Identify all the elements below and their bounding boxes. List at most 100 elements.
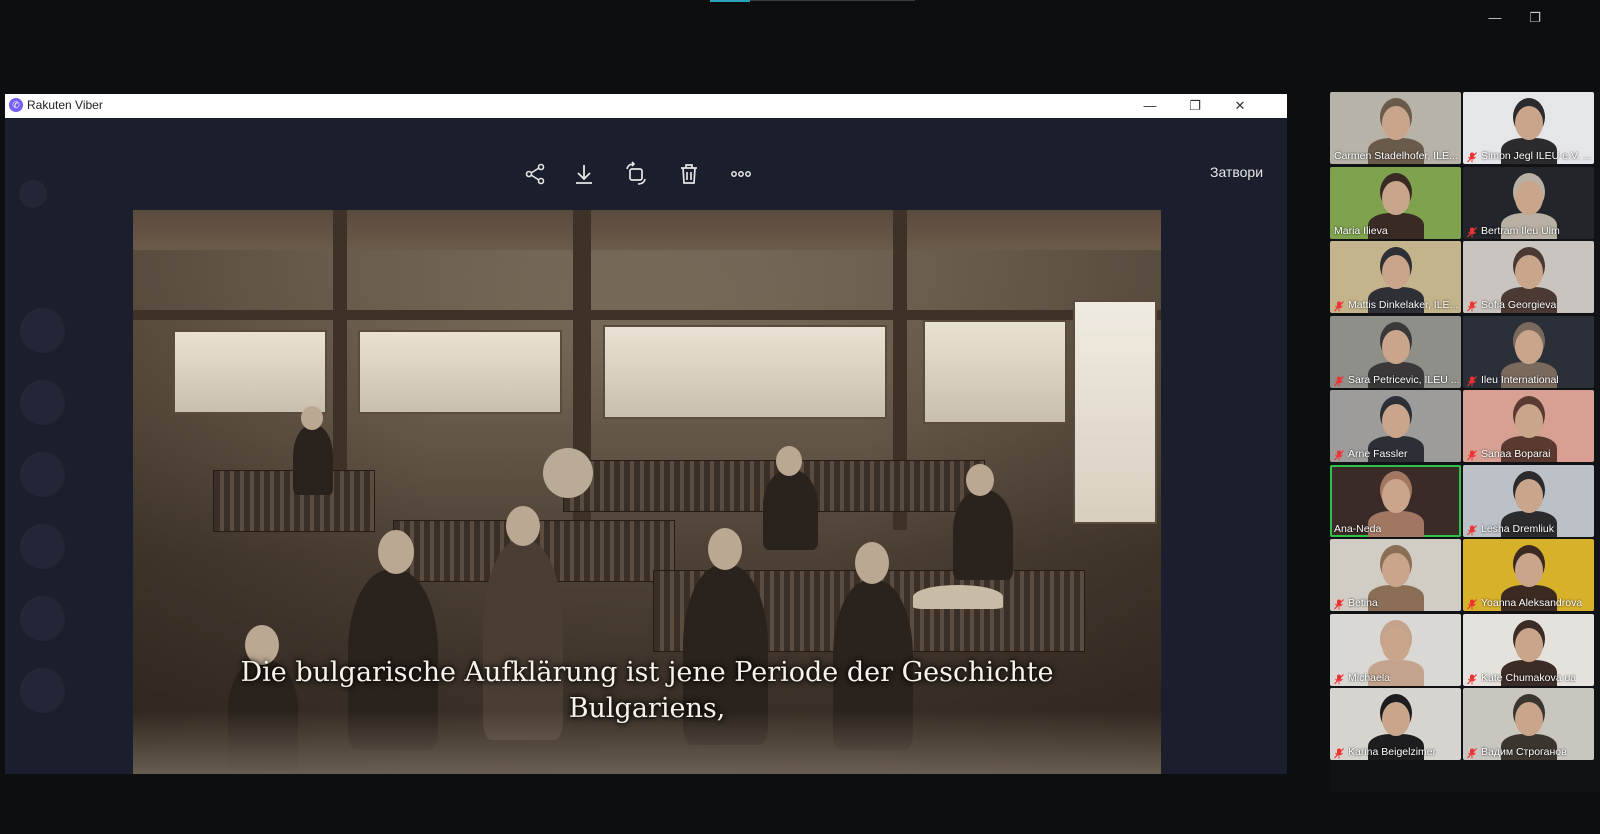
participant-tile[interactable]: Arne Fassler — [1330, 390, 1461, 462]
person-head — [776, 446, 802, 476]
participant-face — [1515, 553, 1543, 587]
window-indicator — [710, 0, 750, 2]
participant-tile[interactable]: Sara Petricevic, ILEU ... — [1330, 315, 1461, 388]
participant-face — [1515, 404, 1543, 438]
participant-name: Bertram Ileu Ulm — [1481, 224, 1560, 237]
muted-mic-icon — [1467, 597, 1477, 610]
subtitle-line-1: Die bulgarische Aufklärung ist jene Peri… — [240, 657, 1054, 688]
subtitle-line-2: Bulgariens, — [568, 693, 726, 724]
person-head — [301, 406, 323, 430]
ghost-avatar — [19, 180, 47, 208]
participant-tile[interactable]: Ana-Neda — [1330, 464, 1461, 537]
participant-name: Kate Chumakova ua — [1481, 671, 1577, 684]
participant-tile[interactable]: Maria Ilieva — [1330, 166, 1461, 239]
muted-mic-icon — [1334, 672, 1344, 684]
more-icon[interactable] — [727, 160, 755, 188]
participant-tile[interactable]: Mattis Dinkelaker, ILE... — [1330, 241, 1461, 313]
person-head — [378, 530, 414, 574]
person-head — [708, 528, 742, 570]
participant-face — [1382, 627, 1410, 662]
participant-name: Lesha Dremliuk — [1481, 522, 1554, 535]
window — [923, 320, 1067, 424]
viber-window: ✆ Rakuten Viber — ❐ ✕ Затвори Die bulgar… — [5, 94, 1287, 774]
participant-tile[interactable]: Sanaa Boparai — [1463, 390, 1594, 462]
share-icon[interactable] — [521, 160, 549, 188]
muted-mic-icon — [1467, 374, 1477, 386]
participant-face — [1382, 478, 1410, 513]
person — [293, 425, 333, 495]
pillar — [333, 210, 347, 510]
historical-photo: Die bulgarische Aufklärung ist jene Peri… — [133, 210, 1161, 774]
viber-close-button[interactable]: ✕ — [1220, 94, 1260, 118]
muted-mic-icon — [1467, 746, 1477, 759]
person — [763, 470, 818, 550]
title-bar: ✆ Rakuten Viber — ❐ ✕ — [5, 94, 1287, 118]
participant-tile[interactable]: Kate Chumakova ua — [1463, 613, 1594, 686]
participant-name: Mattis Dinkelaker, ILE... — [1348, 299, 1459, 311]
participant-name: Karina Beigelzimer — [1348, 746, 1437, 758]
ghost-avatar — [20, 452, 65, 497]
participant-face — [1382, 553, 1410, 587]
participant-name: Ileu International — [1481, 373, 1559, 386]
participant-tile[interactable]: Carmen Stadelhofer, ILE... — [1330, 92, 1461, 164]
rotate-icon[interactable] — [622, 160, 650, 188]
muted-mic-icon — [1467, 225, 1477, 237]
beam — [133, 310, 1161, 320]
participant-tile[interactable]: Michaela — [1330, 613, 1461, 686]
participant-tile[interactable]: Betina — [1330, 539, 1461, 611]
participant-face — [1382, 702, 1410, 736]
participant-name: Sara Petricevic, ILEU ... — [1348, 373, 1460, 386]
window — [358, 330, 562, 414]
participant-face — [1515, 702, 1543, 736]
ghost-avatar — [20, 668, 65, 713]
media-viewer: Затвори Die bulgarische Aufklärung ist j… — [5, 118, 1287, 774]
participant-face — [1382, 106, 1410, 140]
roof — [133, 210, 1161, 250]
person-head — [855, 542, 889, 584]
muted-mic-icon — [1467, 448, 1477, 461]
muted-mic-icon — [1334, 597, 1344, 610]
participants-gallery: Carmen Stadelhofer, ILE... Simon Jegl ILE… — [1330, 92, 1600, 792]
participant-name: Carmen Stadelhofer, ILE... — [1334, 150, 1458, 162]
participant-tile[interactable]: Bertram Ileu Ulm — [1463, 166, 1594, 239]
participant-face — [1382, 404, 1410, 438]
participant-name: Yoanna Aleksandrova — [1481, 597, 1583, 609]
muted-mic-icon — [1467, 523, 1477, 535]
close-viewer-button[interactable]: Затвори — [1210, 164, 1263, 180]
viber-restore-button[interactable]: ❐ — [1175, 94, 1215, 118]
ghost-avatar — [20, 380, 65, 425]
participant-name: Sofia Georgieva — [1481, 299, 1557, 311]
participant-face — [1515, 329, 1543, 364]
participant-face — [1382, 180, 1410, 215]
participant-name: Вадим Строганов — [1481, 746, 1567, 758]
participant-name: Michaela — [1348, 671, 1391, 684]
window — [1073, 300, 1157, 524]
restore-button[interactable]: ❐ — [1520, 8, 1550, 28]
minimize-button[interactable]: — — [1480, 8, 1510, 28]
muted-mic-icon — [1467, 672, 1477, 684]
participant-face — [1515, 478, 1543, 513]
muted-mic-icon — [1334, 746, 1344, 759]
participant-tile[interactable]: Ileu International — [1463, 315, 1594, 388]
viber-minimize-button[interactable]: — — [1130, 94, 1170, 118]
muted-mic-icon — [1334, 374, 1344, 386]
participant-tile[interactable]: Karina Beigelzimer — [1330, 688, 1461, 760]
muted-mic-icon — [1467, 150, 1477, 163]
participant-name: Ana-Neda — [1334, 522, 1382, 535]
lamp — [543, 448, 593, 498]
participant-face — [1515, 106, 1543, 140]
ghost-avatar — [20, 308, 65, 353]
participant-name: Maria Ilieva — [1334, 224, 1388, 237]
app-title: Rakuten Viber — [27, 98, 103, 112]
pillar — [573, 210, 591, 570]
participant-tile[interactable]: Simon Jegl ILEU e.V. ... — [1463, 92, 1594, 164]
participant-tile[interactable]: Вадим Строганов — [1463, 688, 1594, 760]
participant-face — [1515, 627, 1543, 662]
trash-icon[interactable] — [675, 160, 703, 188]
person-head — [966, 464, 994, 496]
participant-tile[interactable]: Lesha Dremliuk — [1463, 464, 1594, 537]
participant-tile[interactable]: Sofia Georgieva — [1463, 241, 1594, 313]
download-icon[interactable] — [570, 160, 598, 188]
ghost-avatar — [20, 524, 65, 569]
participant-tile[interactable]: Yoanna Aleksandrova — [1463, 539, 1594, 611]
